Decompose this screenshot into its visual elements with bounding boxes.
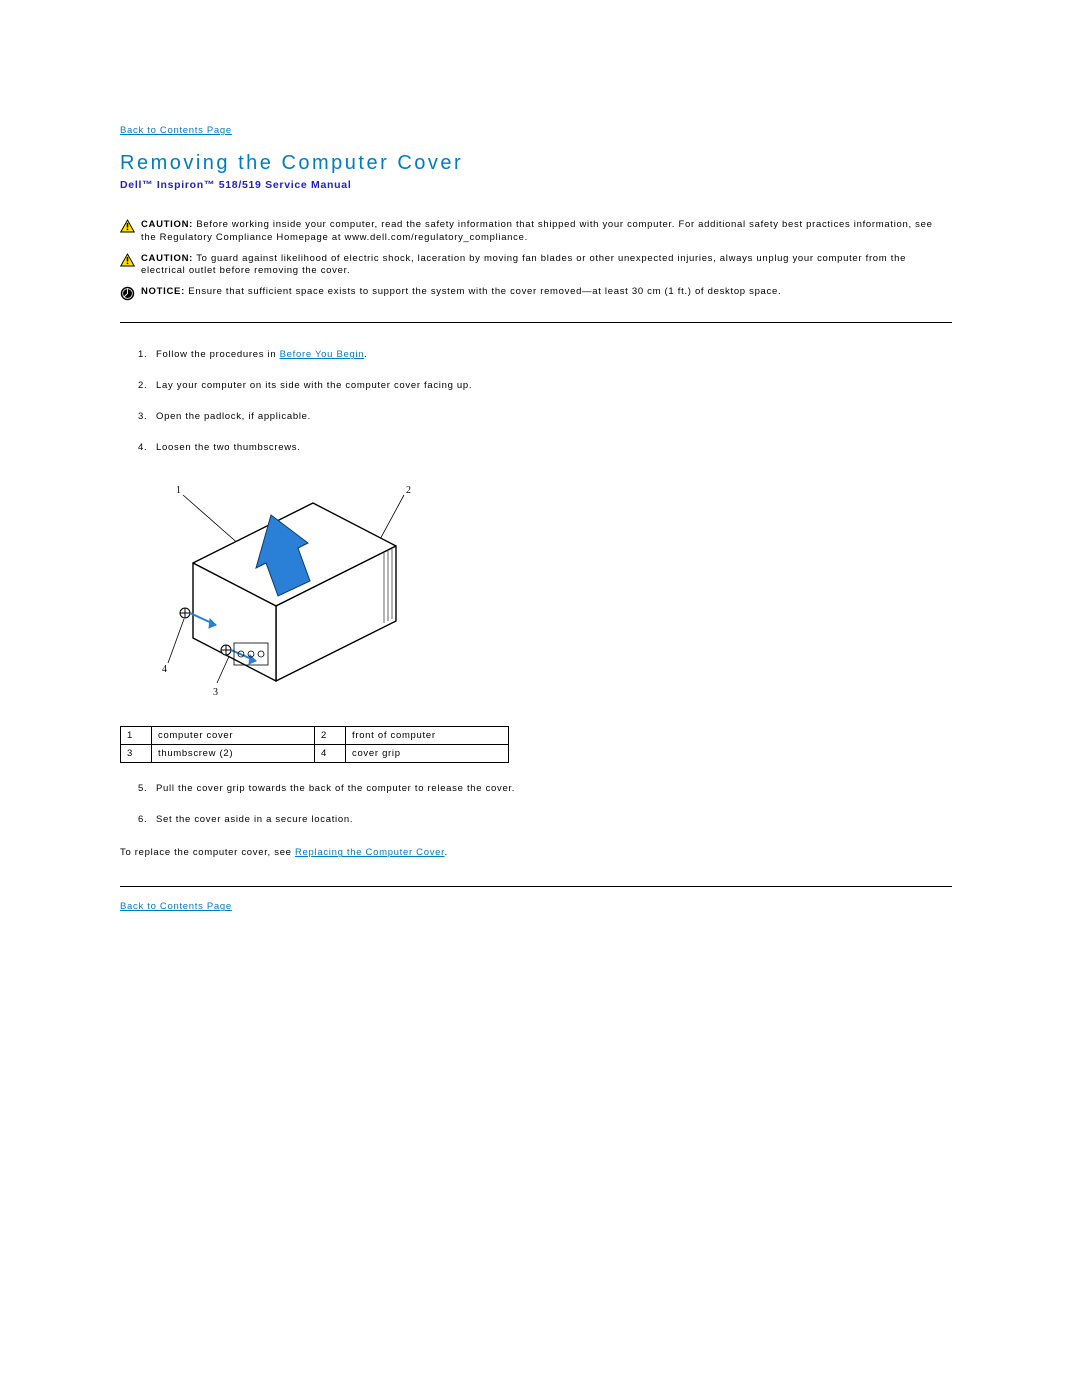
callout-label-1: 1	[176, 485, 182, 496]
callout-num: 2	[315, 727, 346, 745]
step-1: Follow the procedures in Before You Begi…	[138, 349, 960, 360]
step-4: Loosen the two thumbscrews.	[138, 442, 960, 453]
callout-label-2: 2	[406, 485, 412, 496]
caution-block-1: CAUTION: Before working inside your comp…	[120, 219, 950, 245]
table-row: 1 computer cover 2 front of computer	[121, 727, 509, 745]
callout-num: 1	[121, 727, 152, 745]
caution-block-2: CAUTION: To guard against likelihood of …	[120, 253, 950, 279]
callout-text: thumbscrew (2)	[152, 745, 315, 763]
divider	[120, 322, 952, 323]
step-2: Lay your computer on its side with the c…	[138, 380, 960, 391]
table-row: 3 thumbscrew (2) 4 cover grip	[121, 745, 509, 763]
page-title: Removing the Computer Cover	[120, 152, 960, 175]
step-3: Open the padlock, if applicable.	[138, 411, 960, 422]
computer-cover-figure: 1 2 3 4	[138, 473, 960, 706]
caution-text-2: CAUTION: To guard against likelihood of …	[141, 253, 950, 279]
replace-cover-note: To replace the computer cover, see Repla…	[120, 847, 960, 858]
back-to-contents-link-top[interactable]: Back to Contents Page	[120, 125, 232, 136]
procedure-steps: Follow the procedures in Before You Begi…	[138, 349, 960, 453]
callout-table: 1 computer cover 2 front of computer 3 t…	[120, 726, 509, 763]
back-to-contents-link-bottom[interactable]: Back to Contents Page	[120, 901, 232, 912]
callout-num: 3	[121, 745, 152, 763]
step-6: Set the cover aside in a secure location…	[138, 814, 960, 825]
divider	[120, 886, 952, 887]
callout-label-4: 4	[162, 664, 168, 675]
callout-num: 4	[315, 745, 346, 763]
callout-text: front of computer	[346, 727, 509, 745]
caution-icon	[120, 219, 135, 236]
notice-icon	[120, 286, 135, 304]
callout-text: cover grip	[346, 745, 509, 763]
procedure-steps-continued: Pull the cover grip towards the back of …	[138, 783, 960, 825]
notice-block-1: NOTICE: Ensure that sufficient space exi…	[120, 286, 950, 304]
caution-icon	[120, 253, 135, 270]
step-5: Pull the cover grip towards the back of …	[138, 783, 960, 794]
callout-text: computer cover	[152, 727, 315, 745]
callout-label-3: 3	[213, 687, 219, 698]
page: Back to Contents Page Removing the Compu…	[0, 0, 1080, 952]
before-you-begin-link[interactable]: Before You Begin	[280, 349, 365, 360]
caution-text-1: CAUTION: Before working inside your comp…	[141, 219, 950, 245]
replacing-cover-link[interactable]: Replacing the Computer Cover	[295, 847, 445, 858]
manual-subtitle: Dell™ Inspiron™ 518/519 Service Manual	[120, 179, 960, 191]
notice-text-1: NOTICE: Ensure that sufficient space exi…	[141, 286, 781, 299]
